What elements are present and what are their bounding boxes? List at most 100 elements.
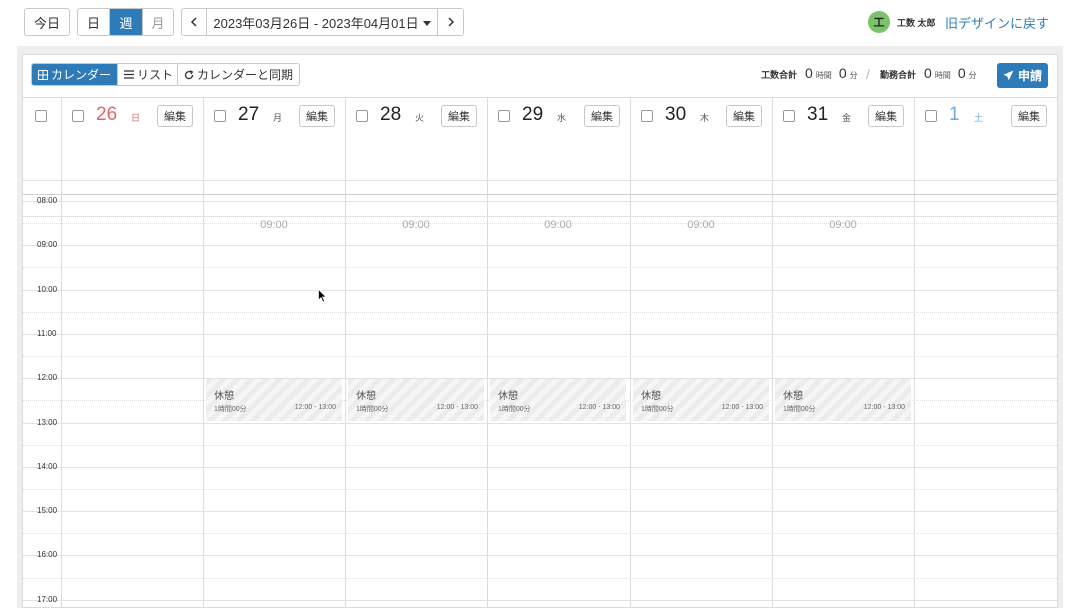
attendance-total-minutes: 0 — [957, 65, 966, 81]
list-tab[interactable]: リスト — [117, 64, 179, 85]
day-checkbox[interactable] — [214, 110, 226, 122]
day-header: 30 木 編集 — [630, 98, 772, 136]
workday-start-marker: 09:00 — [687, 219, 715, 231]
hour-line — [23, 467, 1057, 468]
date-range-text: 2023年03月26日 - 2023年04月01日 — [213, 15, 419, 31]
time-label: 12:00 — [37, 373, 58, 382]
edit-day-button[interactable]: 編集 — [726, 105, 762, 127]
attendance-total-hours: 0 — [924, 65, 932, 81]
mouse-cursor-icon — [318, 289, 327, 303]
hour-line — [23, 511, 1057, 512]
list-icon — [124, 70, 135, 79]
early-band-line — [23, 216, 1057, 217]
edit-day-button[interactable]: 編集 — [1011, 105, 1047, 127]
break-title: 休憩 — [214, 391, 234, 402]
view-day-button[interactable]: 日 — [78, 9, 110, 35]
day-header: 28 火 編集 — [345, 98, 487, 136]
day-header: 29 水 編集 — [487, 98, 630, 136]
view-month-button[interactable]: 月 — [143, 9, 173, 35]
day-header: 27 月 編集 — [203, 98, 345, 136]
attendance-total-label: 勤務合計 — [880, 70, 917, 80]
edit-day-button[interactable]: 編集 — [584, 105, 620, 127]
today-button[interactable]: 今日 — [24, 8, 70, 36]
view-switcher: 日 週 月 — [77, 8, 174, 36]
calendar-tab[interactable]: カレンダー — [32, 64, 118, 85]
break-event[interactable]: 休憩 1時間00分 12:00 - 13:00 — [206, 379, 342, 421]
break-title: 休憩 — [783, 391, 803, 402]
workday-start-marker: 09:00 — [260, 219, 288, 231]
break-event[interactable]: 休憩 1時間00分 12:00 - 13:00 — [348, 379, 484, 421]
column-divider — [630, 98, 631, 608]
day-number: 1 — [949, 104, 960, 125]
break-time-range: 12:00 - 13:00 — [436, 404, 478, 411]
break-duration: 1時間00分 — [356, 406, 389, 413]
break-event[interactable]: 休憩 1時間00分 12:00 - 13:00 — [633, 379, 769, 421]
grid-icon — [38, 69, 48, 80]
day-number: 26 — [96, 104, 118, 125]
workday-start-marker: 09:00 — [544, 219, 572, 231]
half-hour-line — [23, 578, 1057, 579]
break-duration: 1時間00分 — [641, 406, 674, 413]
edit-day-button[interactable]: 編集 — [441, 105, 477, 127]
time-label: 11:00 — [37, 329, 57, 338]
day-number: 28 — [380, 104, 402, 125]
break-event[interactable]: 休憩 1時間00分 12:00 - 13:00 — [490, 379, 626, 421]
day-weekday: 火 — [415, 113, 425, 123]
date-range-dropdown[interactable]: 2023年03月26日 - 2023年04月01日 — [207, 9, 438, 35]
break-title: 休憩 — [641, 391, 661, 402]
day-checkbox[interactable] — [925, 110, 937, 122]
apply-button[interactable]: 申請 — [997, 63, 1048, 88]
calendar-sync-button[interactable]: カレンダーと同期 — [177, 63, 301, 86]
break-duration: 1時間00分 — [214, 406, 247, 413]
day-weekday: 金 — [842, 113, 852, 123]
half-hour-line — [23, 489, 1057, 490]
break-time-range: 12:00 - 13:00 — [863, 404, 905, 411]
prev-week-button[interactable] — [182, 9, 207, 35]
chevron-right-icon — [447, 17, 454, 27]
hour-line — [23, 600, 1057, 601]
day-header: 26 日 編集 — [61, 98, 203, 136]
time-label: 14:00 — [37, 462, 58, 471]
totals-divider: / — [866, 66, 870, 82]
select-all-checkbox[interactable] — [35, 110, 47, 122]
hour-line — [23, 290, 1057, 291]
workday-start-marker: 09:00 — [402, 219, 430, 231]
hour-line — [23, 555, 1057, 556]
edit-day-button[interactable]: 編集 — [157, 105, 193, 127]
day-weekday: 土 — [974, 113, 984, 123]
break-duration: 1時間00分 — [498, 406, 531, 413]
edit-day-button[interactable]: 編集 — [299, 105, 335, 127]
day-checkbox[interactable] — [72, 110, 84, 122]
view-week-button[interactable]: 週 — [110, 9, 143, 35]
day-number: 27 — [238, 104, 260, 125]
time-label: 17:00 — [37, 595, 58, 604]
workday-start-marker: 09:00 — [829, 219, 857, 231]
header-divider — [23, 194, 1057, 195]
day-header: 1 土 編集 — [914, 98, 1057, 136]
day-checkbox[interactable] — [783, 110, 795, 122]
day-checkbox[interactable] — [641, 110, 653, 122]
column-divider — [914, 98, 915, 608]
break-event[interactable]: 休憩 1時間00分 12:00 - 13:00 — [775, 379, 911, 421]
column-divider — [487, 98, 488, 608]
refresh-icon — [184, 69, 194, 79]
old-design-link[interactable]: 旧デザインに戻す — [945, 13, 1049, 32]
time-label: 10:00 — [37, 285, 58, 294]
caret-down-icon — [422, 20, 431, 26]
column-divider — [772, 98, 773, 608]
half-hour-line — [23, 356, 1057, 357]
day-number: 30 — [665, 104, 687, 125]
break-time-range: 12:00 - 13:00 — [578, 404, 620, 411]
work-total-minutes: 0 — [838, 65, 847, 81]
day-checkbox[interactable] — [498, 110, 510, 122]
day-checkbox[interactable] — [356, 110, 368, 122]
time-label: 16:00 — [37, 550, 58, 559]
time-label: 09:00 — [37, 240, 58, 249]
attendance-total: 勤務合計 0 時間 0 分 — [880, 65, 977, 81]
avatar[interactable]: 工 — [868, 11, 890, 33]
next-week-button[interactable] — [438, 9, 463, 35]
hour-line — [23, 245, 1057, 246]
day-header: 31 金 編集 — [772, 98, 914, 136]
edit-day-button[interactable]: 編集 — [868, 105, 904, 127]
column-divider — [61, 98, 62, 608]
